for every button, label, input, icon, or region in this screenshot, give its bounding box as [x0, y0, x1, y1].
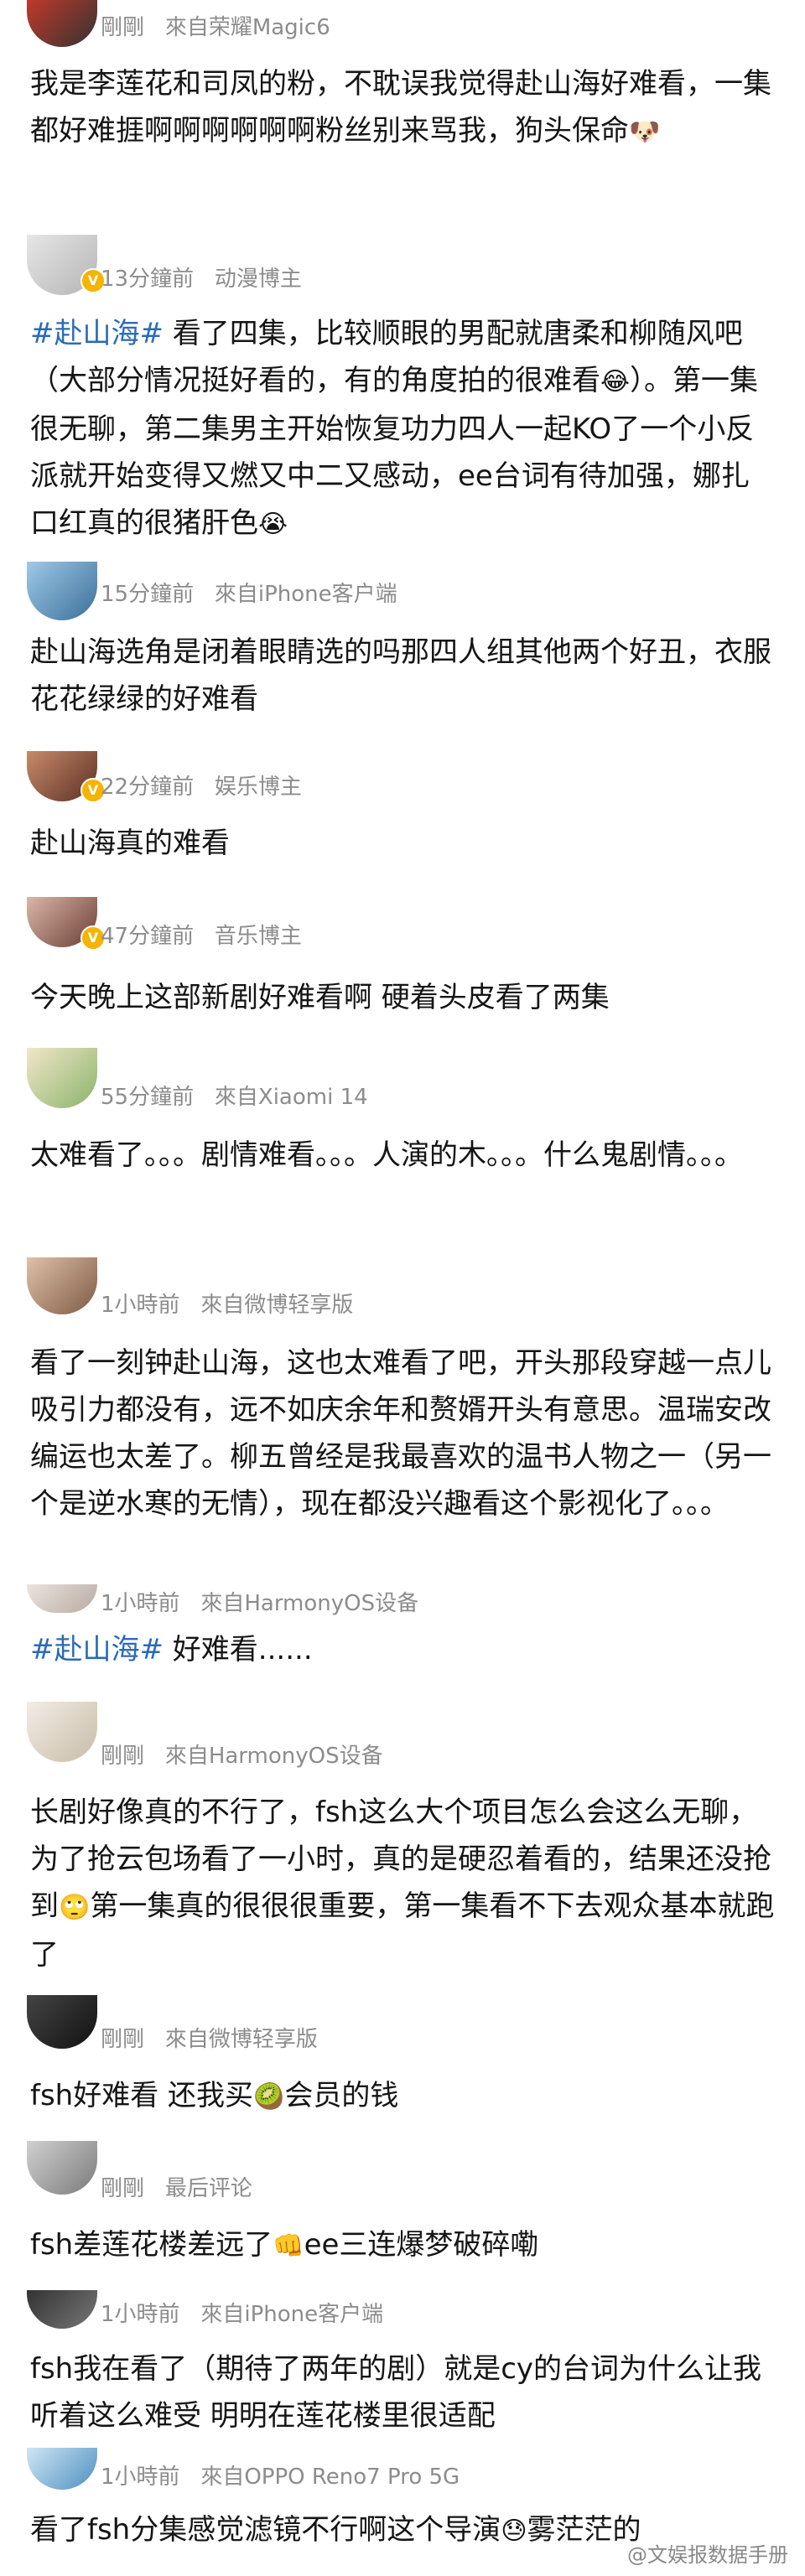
comment-text: 看了一刻钟赴山海，这也太难看了吧，开头那段穿越一点儿吸引力都没有，远不如庆余年和…: [30, 1346, 771, 1521]
comment-text: 今天晚上这部新剧好难看啊 硬着头皮看了两集: [30, 981, 610, 1014]
comment-source: 最后评论: [164, 2176, 252, 2201]
avatar[interactable]: [27, 1995, 97, 2049]
comment-source: 來自HarmonyOS设备: [200, 1591, 419, 1616]
fist-emoji: 👊: [273, 2231, 304, 2261]
comment-meta: 剛剛 來自荣耀Magic6: [101, 10, 330, 41]
dog-face-emoji: 🐶: [629, 117, 661, 147]
comment-source: 娱乐博主: [214, 775, 302, 800]
comment-text: 赴山海真的难看: [30, 827, 230, 860]
avatar[interactable]: [27, 2290, 97, 2329]
comment-text: 太难看了。。。剧情难看。。。人演的木。。。什么鬼剧情。。。: [30, 1138, 743, 1172]
comment-time: 剛剛: [101, 2176, 145, 2201]
avatar[interactable]: [27, 1584, 97, 1613]
comment-time: 1小時前: [101, 1591, 180, 1616]
kiwi-emoji: 🥝: [253, 2082, 285, 2112]
comment-text: 我是李莲花和司凤的粉，不耽误我觉得赴山海好难看，一集都好难捱啊啊啊啊啊啊粉丝别来…: [30, 67, 771, 148]
comment-time: 15分鐘前: [101, 582, 195, 607]
comment-text: fsh差莲花楼差远了👊ee三连爆梦破碎嘞: [30, 2228, 539, 2262]
comment-time: 剛剛: [101, 1744, 145, 1769]
comment-meta: 13分鐘前 动漫博主: [101, 262, 302, 293]
comment-source: 音乐博主: [214, 924, 302, 949]
comment-time: 13分鐘前: [101, 267, 195, 292]
comment-time: 1小時前: [101, 1293, 180, 1318]
comment-meta: 剛剛 來自微博轻享版: [101, 2022, 318, 2053]
comment-text: 长剧好像真的不行了，fsh这么大个项目怎么会这么无聊，为了抢云包场看了一小时，真…: [30, 1796, 775, 1972]
comment-source: 來自Xiaomi 14: [214, 1085, 368, 1110]
comment-meta: 55分鐘前 來自Xiaomi 14: [101, 1080, 368, 1111]
avatar[interactable]: [27, 562, 97, 620]
comment-text: #赴山海# 好难看......: [30, 1633, 313, 1666]
comment-meta: 1小時前 來自OPPO Reno7 Pro 5G: [101, 2459, 460, 2490]
comment-text: 赴山海选角是闭着眼睛选的吗那四人组其他两个好丑，衣服花花绿绿的好难看: [30, 635, 771, 716]
hashtag-link[interactable]: #赴山海#: [30, 1633, 164, 1666]
watermark: @文娱报数据手册: [627, 2543, 788, 2567]
laughing-crying-emoji: 😂: [600, 367, 631, 397]
comment-source: 來自微博轻享版: [164, 2027, 318, 2052]
comment-source: 來自iPhone客户端: [214, 582, 397, 607]
comment-source: 动漫博主: [214, 267, 302, 292]
avatar[interactable]: [27, 1048, 97, 1108]
comment-time: 22分鐘前: [101, 775, 195, 800]
comment-source: 來自HarmonyOS设备: [164, 1744, 383, 1769]
comment-source: 來自荣耀Magic6: [164, 15, 330, 40]
comment-time: 55分鐘前: [101, 1085, 195, 1110]
avatar[interactable]: [27, 2141, 97, 2195]
comment-meta: 剛剛 來自HarmonyOS设备: [101, 1739, 383, 1770]
crying-emoji: 😭: [258, 510, 288, 539]
comment-time: 1小時前: [101, 2302, 180, 2327]
comment-meta: 15分鐘前 來自iPhone客户端: [101, 577, 397, 608]
comment-meta: 1小時前 來自微博轻享版: [101, 1288, 353, 1319]
comment-meta: 1小時前 來自HarmonyOS设备: [101, 1586, 418, 1617]
comment-text: fsh好难看 还我买🥝会员的钱: [30, 2079, 399, 2112]
comment-source: 來自微博轻享版: [200, 1293, 354, 1318]
comment-time: 剛剛: [101, 15, 145, 40]
comment-meta: 22分鐘前 娱乐博主: [101, 770, 302, 801]
comment-meta: 47分鐘前 音乐博主: [101, 919, 302, 950]
comment-time: 1小時前: [101, 2465, 180, 2490]
hashtag-link[interactable]: #赴山海#: [30, 317, 164, 350]
comment-text: #赴山海# 看了四集，比较顺眼的男配就唐柔和柳随风吧（大部分情况挺好看的，有的角…: [30, 317, 759, 540]
comment-source: 來自OPPO Reno7 Pro 5G: [200, 2465, 460, 2490]
comment-time: 剛剛: [101, 2027, 145, 2052]
avatar[interactable]: [27, 0, 97, 47]
comment-meta: 剛剛 最后评论: [101, 2171, 252, 2202]
comment-text: fsh我在看了（期待了两年的剧）就是cy的台词为什么让我听着这么难受 明明在莲花…: [30, 2352, 762, 2433]
rolling-eyes-emoji: 🙄: [59, 1893, 91, 1922]
avatar[interactable]: [27, 1702, 97, 1762]
comment-source: 來自iPhone客户端: [200, 2302, 384, 2327]
comment-time: 47分鐘前: [101, 924, 195, 949]
avatar[interactable]: [27, 2448, 97, 2490]
comment-meta: 1小時前 來自iPhone客户端: [101, 2297, 383, 2328]
avatar[interactable]: [27, 1257, 97, 1314]
sweat-emoji: 😓: [501, 2516, 527, 2546]
